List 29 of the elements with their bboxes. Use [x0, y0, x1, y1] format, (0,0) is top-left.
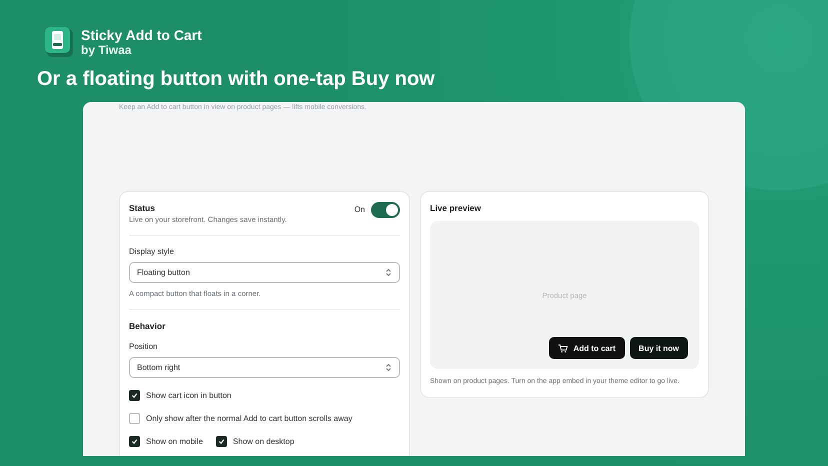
checkbox-label: Show on mobile [146, 437, 203, 446]
headline: Or a floating button with one-tap Buy now [37, 67, 436, 91]
status-title: Status [129, 202, 156, 214]
chevron-icon [385, 363, 392, 372]
toggle-label: On [354, 204, 365, 216]
field-label: Display style [129, 246, 175, 258]
checkmark-icon [131, 438, 138, 445]
checkmark-icon [218, 438, 225, 445]
display-style-select[interactable]: Floating button [129, 262, 400, 283]
field-label: Position [129, 341, 158, 353]
checkmark-icon [131, 392, 138, 399]
chevron-icon [385, 268, 392, 277]
position-select[interactable]: Bottom right [129, 357, 400, 378]
add-to-cart-button[interactable]: Add to cart [549, 337, 625, 359]
checkbox[interactable] [129, 413, 140, 424]
status-toggle[interactable] [371, 202, 400, 218]
preview-title: Live preview [430, 202, 482, 214]
checkbox[interactable] [216, 436, 227, 447]
section-title: Behavior [129, 320, 166, 332]
app-logo-icon [45, 27, 73, 57]
cart-icon [558, 344, 568, 352]
checkbox[interactable] [129, 390, 140, 401]
checkbox[interactable] [129, 436, 140, 447]
buy-now-button[interactable]: Buy it now [630, 337, 688, 359]
app-name: Sticky Add to Cart [81, 27, 202, 43]
checkbox-label: Show on desktop [232, 437, 294, 446]
app-vendor: by Tiwaa [81, 43, 132, 57]
checkbox-label: Only show after the normal Add to cart button scrolls away [146, 414, 352, 423]
checkbox-label: Show cart icon in button [146, 391, 232, 400]
